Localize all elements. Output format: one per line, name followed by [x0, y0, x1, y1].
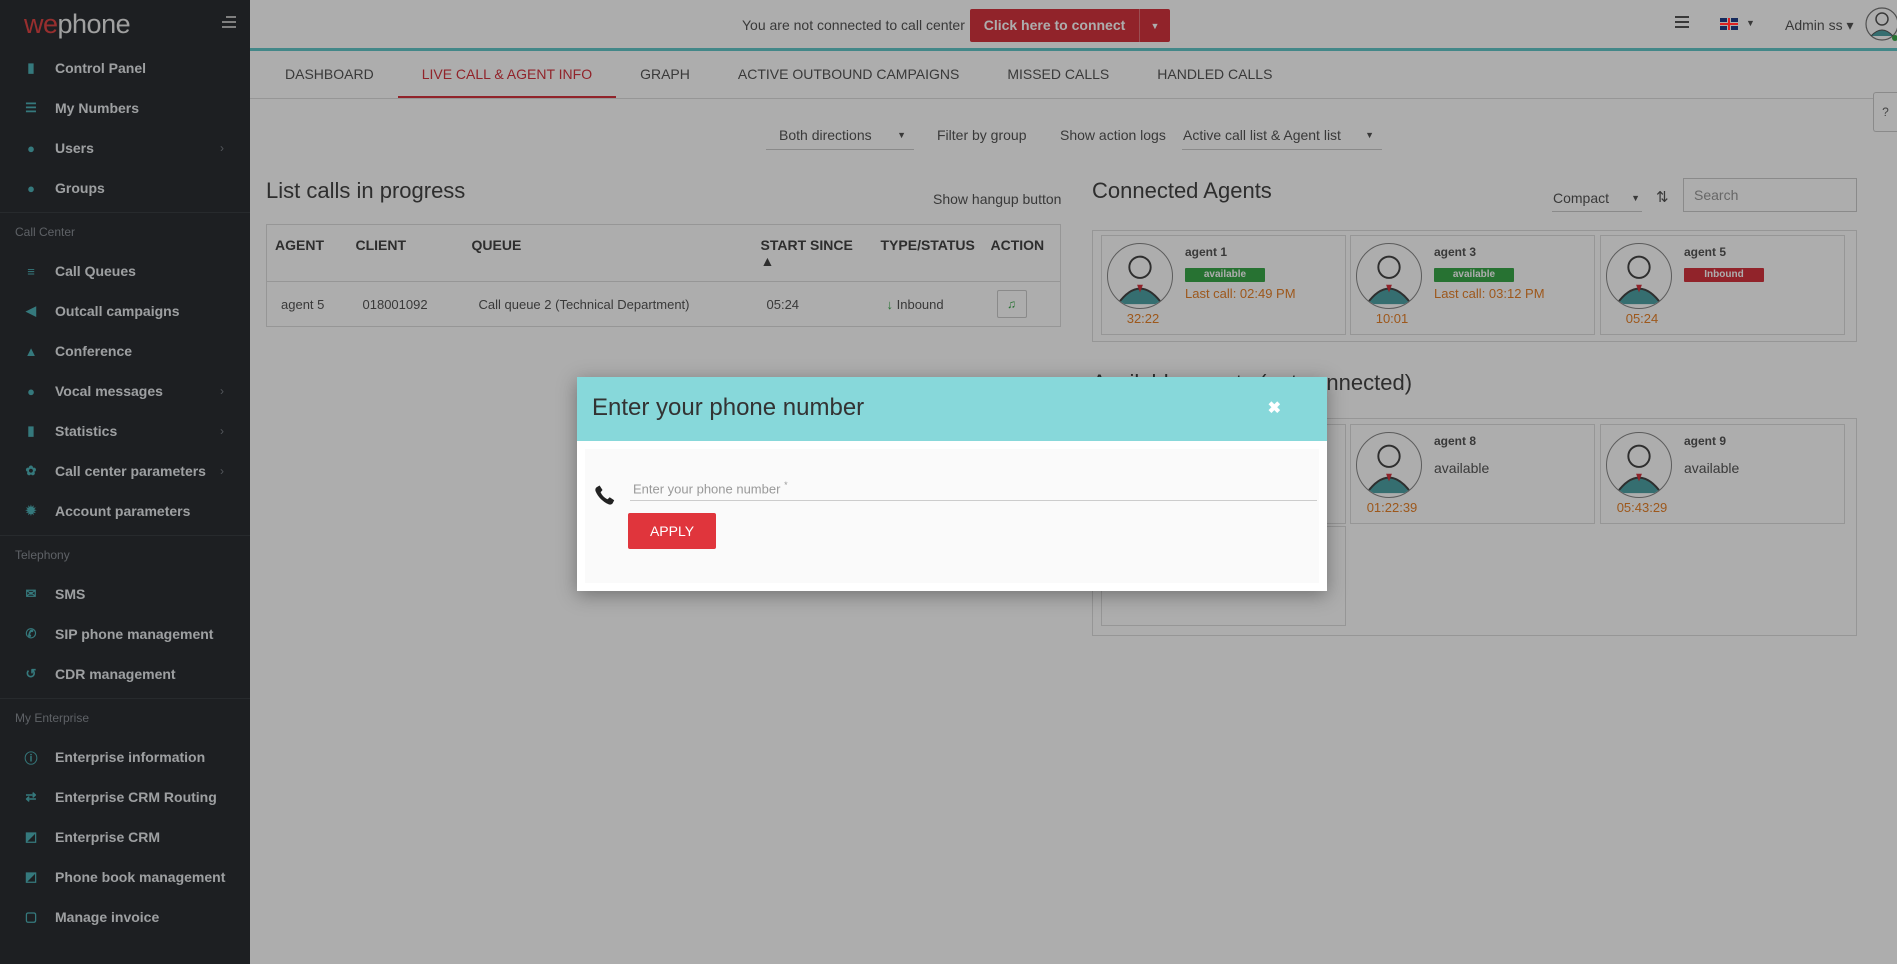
phone-number-input[interactable]: Enter your phone number *	[630, 469, 1317, 501]
dialog-body: Enter your phone number * APPLY	[585, 449, 1319, 583]
dialog-header: Enter your phone number ✖	[577, 377, 1327, 441]
apply-button[interactable]: APPLY	[628, 513, 716, 549]
dialog-title: Enter your phone number	[592, 394, 865, 421]
phone-icon	[595, 485, 615, 505]
phone-number-dialog: Enter your phone number ✖ Enter your pho…	[577, 377, 1327, 591]
close-icon[interactable]: ✖	[1268, 398, 1281, 418]
